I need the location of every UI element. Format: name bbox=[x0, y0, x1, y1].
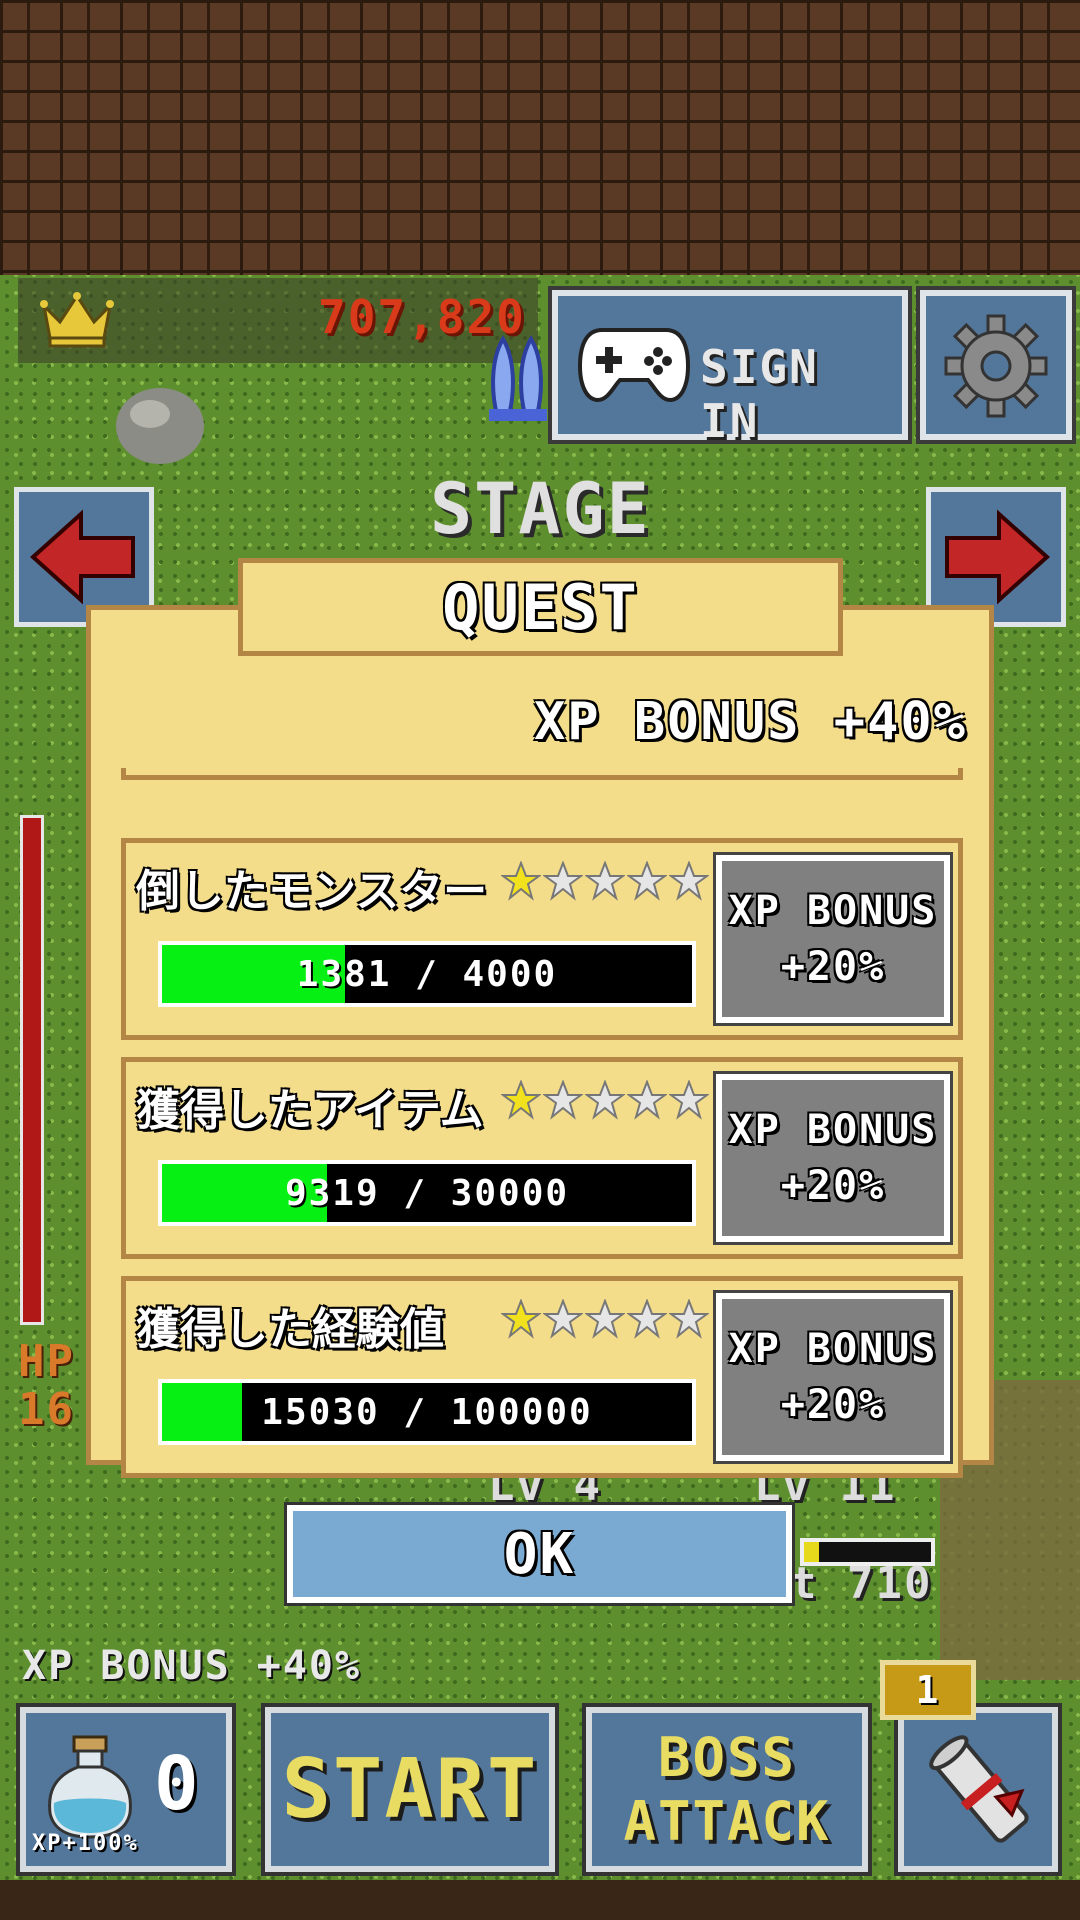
quest-title: QUEST bbox=[442, 571, 639, 644]
boss-attack-button[interactable]: BOSS ATTACK bbox=[586, 1707, 868, 1872]
star-empty-icon bbox=[585, 1080, 625, 1120]
star-empty-icon bbox=[543, 1299, 583, 1339]
star-empty-icon bbox=[543, 861, 583, 901]
stage-title: STAGE bbox=[430, 468, 651, 550]
crown-icon bbox=[40, 292, 114, 348]
star-filled-icon bbox=[501, 1299, 541, 1339]
progress-text: 9319 / 30000 bbox=[284, 1172, 570, 1214]
quest-row: 倒したモンスター 1381 / 4000 XP BONUS +20% bbox=[121, 838, 963, 1040]
gamepad-icon bbox=[578, 328, 690, 402]
progress-text: 15030 / 100000 bbox=[261, 1391, 593, 1433]
ok-label: OK bbox=[503, 1521, 576, 1587]
quest-dialog: XP BONUS +40% 倒したモンスター 1381 / 4000 XP BO… bbox=[86, 605, 994, 1478]
row-bonus-button[interactable]: XP BONUS +20% bbox=[716, 1293, 950, 1461]
xp-bonus-status: XP BONUS +40% bbox=[22, 1643, 362, 1689]
scroll-count: 1 bbox=[915, 1668, 941, 1712]
row-bonus-value: +20% bbox=[780, 1382, 886, 1428]
quest-row: 獲得した経験値 15030 / 100000 XP BONUS +20% bbox=[121, 1276, 963, 1478]
star-rating bbox=[501, 1299, 709, 1339]
star-empty-icon bbox=[669, 861, 709, 901]
quest-name: 倒したモンスター bbox=[136, 866, 488, 917]
progress-bar: 15030 / 100000 bbox=[158, 1379, 696, 1445]
stat-value: t 710 bbox=[790, 1558, 933, 1609]
boss-attack-label-line2: ATTACK bbox=[623, 1789, 831, 1853]
star-empty-icon bbox=[627, 1299, 667, 1339]
star-empty-icon bbox=[627, 861, 667, 901]
quest-name: 獲得したアイテム bbox=[136, 1085, 484, 1136]
quest-total-bonus: XP BONUS +40% bbox=[534, 692, 967, 752]
rock-icon bbox=[116, 388, 204, 464]
sign-in-button[interactable]: SIGN IN bbox=[552, 290, 908, 448]
scroll-count-badge: 1 bbox=[880, 1660, 976, 1720]
star-filled-icon bbox=[501, 1080, 541, 1120]
potion-icon bbox=[48, 1735, 132, 1839]
star-empty-icon bbox=[543, 1080, 583, 1120]
row-bonus-button[interactable]: XP BONUS +20% bbox=[716, 1074, 950, 1242]
progress-bar: 9319 / 30000 bbox=[158, 1160, 696, 1226]
bottom-brick-strip bbox=[0, 1880, 1080, 1920]
brick-wall-background bbox=[0, 0, 1080, 275]
quest-row: 獲得したアイテム 9319 / 30000 XP BONUS +20% bbox=[121, 1057, 963, 1259]
quest-title-tab: QUEST bbox=[238, 558, 843, 656]
boss-attack-label-line1: BOSS bbox=[657, 1725, 797, 1789]
scroll-icon bbox=[929, 1735, 1029, 1843]
star-empty-icon bbox=[669, 1080, 709, 1120]
progress-text: 1381 / 4000 bbox=[296, 953, 558, 995]
potion-button[interactable]: 0 XP+100% bbox=[20, 1707, 232, 1872]
potion-count: 0 bbox=[154, 1741, 201, 1827]
sign-in-label: SIGN IN bbox=[700, 340, 819, 448]
settings-button[interactable] bbox=[920, 290, 1072, 440]
arrow-left-icon bbox=[30, 509, 135, 605]
ok-button[interactable]: OK bbox=[287, 1505, 792, 1603]
row-bonus-value: +20% bbox=[780, 944, 886, 990]
quest-name: 獲得した経験値 bbox=[136, 1304, 444, 1355]
arrow-right-icon bbox=[945, 509, 1050, 605]
gear-icon bbox=[944, 314, 1048, 418]
row-bonus-button[interactable]: XP BONUS +20% bbox=[716, 855, 950, 1023]
star-filled-icon bbox=[501, 861, 541, 901]
row-bonus-label: XP BONUS bbox=[728, 1107, 938, 1153]
star-empty-icon bbox=[669, 1299, 709, 1339]
quest-divider bbox=[121, 768, 963, 780]
hp-readout: HP 16 bbox=[18, 1338, 75, 1434]
start-button[interactable]: START bbox=[265, 1707, 555, 1872]
rocket-icon bbox=[489, 335, 547, 421]
star-rating bbox=[501, 1080, 709, 1120]
row-bonus-label: XP BONUS bbox=[728, 888, 938, 934]
star-empty-icon bbox=[585, 861, 625, 901]
star-rating bbox=[501, 861, 709, 901]
start-label: START bbox=[281, 1742, 539, 1837]
star-empty-icon bbox=[627, 1080, 667, 1120]
row-bonus-label: XP BONUS bbox=[728, 1326, 938, 1372]
hp-label: HP bbox=[18, 1336, 75, 1387]
progress-bar: 1381 / 4000 bbox=[158, 941, 696, 1007]
row-bonus-value: +20% bbox=[780, 1163, 886, 1209]
hp-value: 16 bbox=[18, 1384, 75, 1435]
potion-bonus-label: XP+100% bbox=[32, 1831, 139, 1856]
star-empty-icon bbox=[585, 1299, 625, 1339]
scroll-button[interactable] bbox=[898, 1707, 1058, 1872]
hp-bar bbox=[20, 815, 44, 1325]
